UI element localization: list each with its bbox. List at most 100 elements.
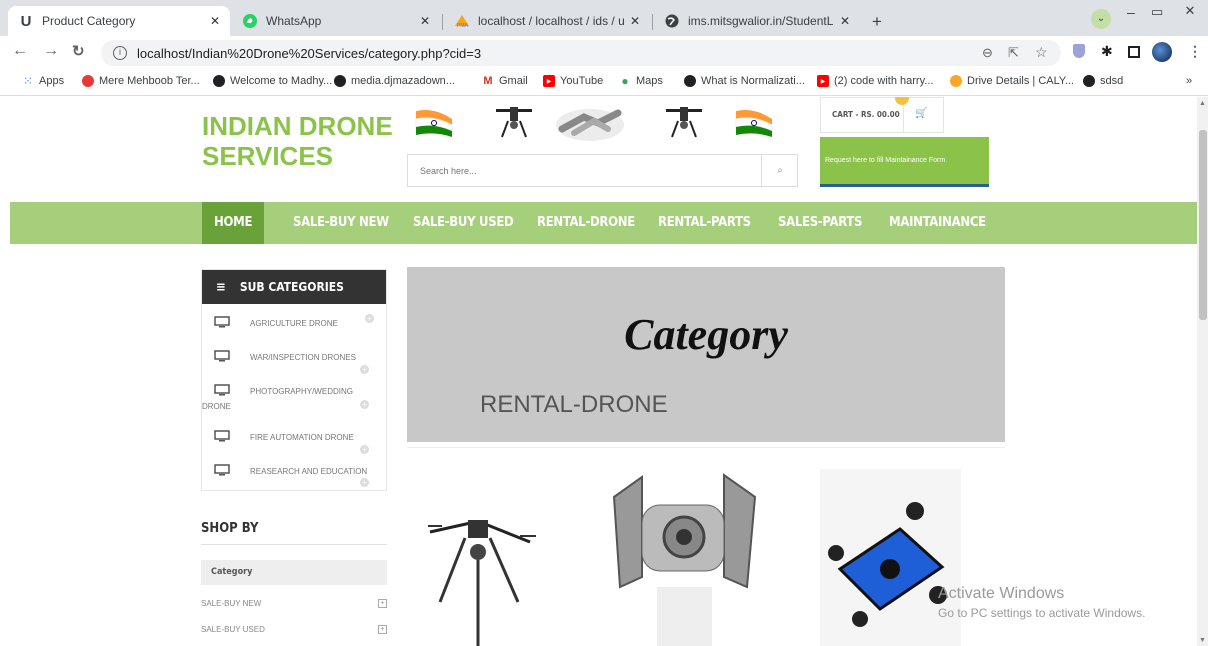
close-icon[interactable]: ✕ (630, 14, 640, 28)
maps-pin-icon: ● (621, 74, 629, 88)
close-icon[interactable]: ✕ (420, 14, 430, 28)
sub-category-item[interactable]: PHOTOGRAPHY/WEDDING DRONE + (202, 382, 386, 418)
scroll-up-arrow-icon[interactable]: ▲ (1199, 100, 1206, 107)
product-image[interactable] (420, 492, 540, 646)
scroll-down-arrow-icon[interactable]: ▼ (1199, 637, 1206, 644)
expand-icon[interactable]: + (360, 365, 369, 374)
nav-rental-drone[interactable]: RENTAL-DRONE (537, 202, 635, 244)
bookmark-item[interactable]: sdsd (1083, 75, 1123, 87)
bookmark-item[interactable]: M Gmail (482, 75, 527, 87)
logo-line-1: INDIAN DRONE (202, 111, 393, 141)
nav-rental-parts[interactable]: RENTAL-PARTS (658, 202, 751, 244)
scrollbar-thumb[interactable] (1199, 130, 1207, 320)
product-image[interactable] (612, 467, 757, 646)
bookmark-item[interactable]: ▶ (2) code with harry... (817, 75, 933, 87)
close-icon[interactable]: ✕ (210, 14, 220, 28)
youtube-icon: ▶ (817, 75, 829, 87)
tab-whatsapp[interactable]: WhatsApp ✕ (232, 6, 440, 36)
monitor-icon (214, 430, 230, 442)
bookmark-item[interactable]: media.djmazadown... (334, 75, 455, 87)
close-icon[interactable]: ✕ (840, 14, 850, 28)
banner-title: Category (624, 310, 788, 359)
puzzle-icon[interactable]: ✱ (1101, 43, 1113, 60)
expand-icon[interactable]: + (378, 599, 387, 608)
expand-icon[interactable]: + (360, 445, 369, 454)
sub-categories-title: SUB CATEGORIES (239, 280, 344, 294)
menu-icon: ≡ (216, 279, 226, 295)
tab-title: ims.mitsgwalior.in/StudentLife/Re (688, 14, 834, 28)
bookmark-item[interactable]: Mere Mehboob Ter... (82, 75, 200, 87)
globe-icon (664, 13, 680, 29)
tab-phpmyadmin[interactable]: PMA localhost / localhost / ids / userlc… (444, 6, 650, 36)
star-icon[interactable]: ☆ (1035, 44, 1048, 61)
bookmark-apps[interactable]: ⁙ Apps (22, 74, 64, 88)
avatar[interactable] (1152, 42, 1172, 62)
nav-home[interactable]: HOME (202, 202, 265, 244)
shop-by-item[interactable]: SALE-BUY NEW + (201, 599, 387, 608)
logo-line-2: SERVICES (202, 141, 334, 171)
sub-category-item[interactable]: AGRICULTURE DRONE + (202, 314, 386, 344)
search-input[interactable] (408, 155, 760, 186)
tab-search-button[interactable]: ⌄ (1091, 9, 1111, 29)
sub-category-label: REASEARCH AND EDUCATION (250, 467, 368, 476)
more-bookmarks-button[interactable]: » (1186, 75, 1192, 87)
address-bar[interactable]: i localhost/Indian%20Drone%20Services/ca… (101, 40, 1061, 66)
sub-category-item[interactable]: WAR/INSPECTION DRONES + (202, 348, 386, 380)
minimize-button[interactable]: – (1127, 4, 1135, 20)
bookmark-item[interactable]: Drive Details | CALY... (950, 75, 1074, 87)
restore-button[interactable]: ▭ (1151, 4, 1163, 20)
expand-icon[interactable]: + (365, 314, 374, 323)
divider (407, 447, 1005, 448)
reload-icon[interactable]: ↻ (72, 42, 85, 60)
info-icon[interactable]: i (113, 46, 127, 60)
windows-activation-watermark: Activate Windows (938, 585, 1065, 602)
cart-widget[interactable]: CART - RS. 00.00 🛒 (820, 97, 944, 133)
search-icon[interactable]: ⌕ (761, 155, 798, 186)
expand-icon[interactable]: + (360, 478, 369, 487)
shield-extension-icon[interactable] (1073, 44, 1085, 58)
sub-category-label: WAR/INSPECTION DRONES (250, 353, 356, 362)
bookmark-item[interactable]: ● Maps (619, 74, 663, 88)
nav-sales-parts[interactable]: SALES-PARTS (778, 202, 862, 244)
sidepanel-icon[interactable] (1128, 46, 1140, 58)
shop-by-item[interactable]: SALE-BUY USED + (201, 625, 387, 634)
nav-sale-buy-used[interactable]: SALE-BUY USED (413, 202, 514, 244)
handshake-image (554, 103, 626, 143)
bookmark-item[interactable]: ▶ YouTube (543, 75, 603, 87)
tab-ims[interactable]: ims.mitsgwalior.in/StudentLife/Re ✕ (654, 6, 860, 36)
tab-separator (442, 14, 443, 30)
youtube-icon: ▶ (543, 75, 555, 87)
nav-maintainance[interactable]: MAINTAINANCE (889, 202, 986, 244)
bookmark-item[interactable]: What is Normalizati... (684, 75, 805, 87)
site-logo[interactable]: INDIAN DRONE SERVICES (202, 111, 393, 171)
kebab-menu-icon[interactable]: ⋮ (1188, 43, 1202, 60)
shop-by-label: SALE-BUY NEW (201, 599, 262, 608)
forward-arrow-icon[interactable]: → (43, 42, 59, 60)
bookmark-item[interactable]: Welcome to Madhy... (213, 75, 332, 87)
flower-icon (82, 75, 94, 87)
bookmark-label: Maps (636, 75, 663, 87)
expand-icon[interactable]: + (360, 400, 369, 409)
u-logo-icon: U (20, 12, 32, 30)
sub-category-item[interactable]: FIRE AUTOMATION DRONE + (202, 428, 386, 458)
zoom-icon[interactable]: ⊖ (982, 45, 993, 61)
back-arrow-icon[interactable]: ← (12, 42, 28, 60)
maintenance-request-button[interactable]: Request here to fill Maintainance Form (820, 137, 989, 187)
globe-icon (1083, 75, 1095, 87)
divider (201, 544, 387, 545)
sub-category-item[interactable]: REASEARCH AND EDUCATION + (202, 462, 386, 490)
share-icon[interactable]: ⇱ (1008, 45, 1019, 61)
nav-sale-buy-new[interactable]: SALE-BUY NEW (293, 202, 389, 244)
expand-icon[interactable]: + (378, 625, 387, 634)
drone-image (494, 101, 534, 143)
whatsapp-icon (242, 13, 258, 29)
india-flag-image (414, 105, 454, 141)
tab-product-category[interactable]: U Product Category ✕ (8, 6, 230, 36)
new-tab-button[interactable]: + (866, 11, 888, 33)
bookmark-label: media.djmazadown... (351, 75, 455, 87)
banner-subtitle: RENTAL-DRONE (480, 391, 668, 418)
tab-title: WhatsApp (266, 14, 322, 28)
window-close-button[interactable]: ✕ (1172, 0, 1208, 22)
shop-by-title: SHOP BY (201, 521, 259, 536)
bookmark-label: Mere Mehboob Ter... (99, 75, 200, 87)
